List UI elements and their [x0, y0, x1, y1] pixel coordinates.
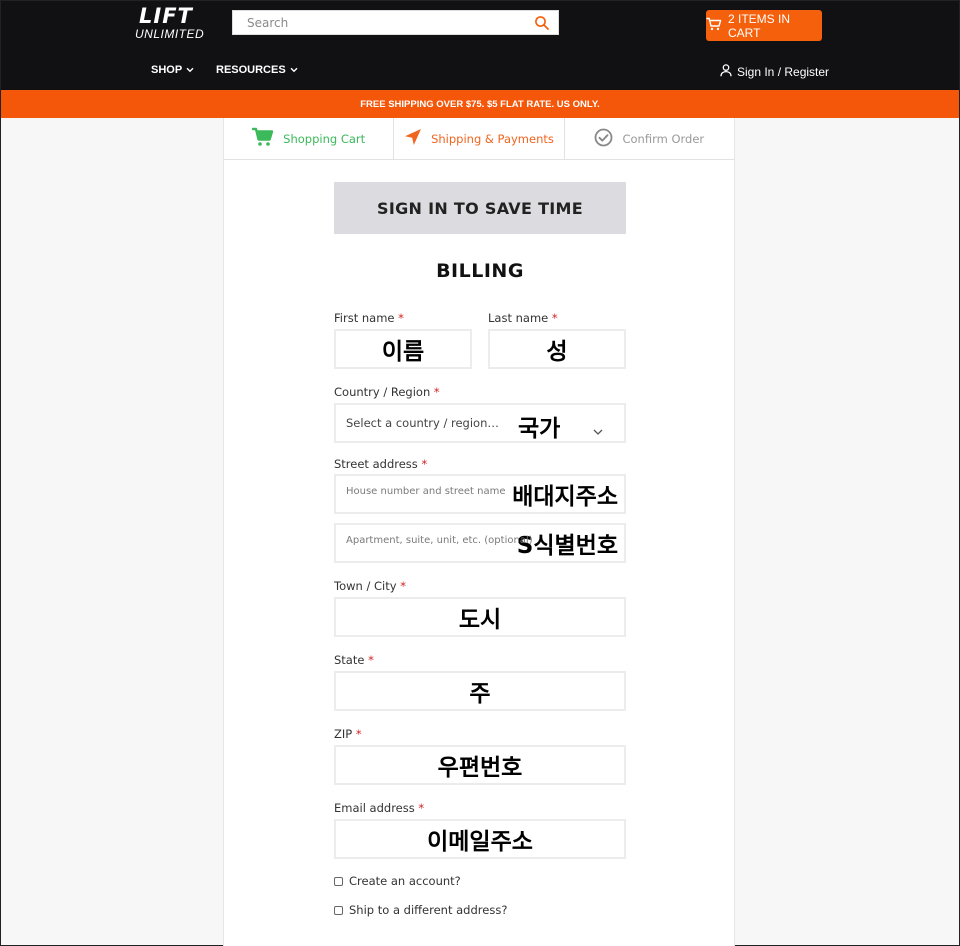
shipping-banner: FREE SHIPPING OVER $75. $5 FLAT RATE. US… [1, 90, 959, 118]
step-confirm-order[interactable]: Confirm Order [565, 118, 734, 159]
step-label: Shopping Cart [283, 131, 366, 146]
nav-resources[interactable]: RESOURCES [216, 64, 298, 76]
zip-field[interactable]: 우편번호 [334, 745, 626, 785]
chevron-down-icon [592, 418, 604, 435]
last-name-label: Last name * [488, 311, 558, 325]
banner-text: FREE SHIPPING OVER $75. $5 FLAT RATE. US… [360, 98, 600, 110]
country-value: 국가 [518, 416, 561, 442]
email-value: 이메일주소 [427, 829, 533, 855]
step-shopping-cart[interactable]: Shopping Cart [224, 118, 395, 159]
street-address-field[interactable]: House number and street name 배대지주소 [334, 474, 626, 514]
nav-shop[interactable]: SHOP [151, 64, 194, 76]
nav-resources-label: RESOURCES [216, 64, 286, 76]
search-icon[interactable] [534, 15, 550, 31]
state-field[interactable]: 주 [334, 671, 626, 711]
email-label: Email address * [334, 801, 425, 815]
city-field[interactable]: 도시 [334, 597, 626, 637]
nav-shop-label: SHOP [151, 64, 183, 76]
state-label: State * [334, 653, 374, 667]
signin-label: Sign In / Register [737, 65, 830, 79]
location-arrow-icon [404, 128, 422, 149]
checkout-card: Shopping Cart Shipping & Payments Confir… [223, 118, 735, 946]
checkout-steps: Shopping Cart Shipping & Payments Confir… [224, 118, 734, 160]
create-account-checkbox[interactable] [334, 876, 343, 886]
search-bar [232, 10, 559, 35]
apartment-field[interactable]: Apartment, suite, unit, etc. (optional) … [334, 523, 626, 563]
ship-different-option[interactable]: Ship to a different address? [334, 903, 507, 917]
street-value: 배대지주소 [512, 484, 618, 510]
step-label: Shipping & Payments [431, 131, 554, 146]
ship-different-label: Ship to a different address? [349, 903, 508, 917]
city-value: 도시 [458, 607, 502, 633]
signin-link[interactable]: Sign In / Register [720, 64, 829, 80]
step-shipping-payments[interactable]: Shipping & Payments [394, 118, 565, 159]
check-circle-icon [594, 128, 613, 150]
site-header: LIFT UNLIMITED 2 ITEMS IN CART SHOP RESO… [1, 1, 959, 90]
chevron-down-icon [290, 64, 298, 76]
ship-different-checkbox[interactable] [334, 905, 343, 915]
street-address-label: Street address * [334, 457, 428, 471]
zip-label: ZIP * [334, 727, 362, 741]
first-name-value: 이름 [381, 339, 425, 365]
logo[interactable]: LIFT UNLIMITED [135, 4, 211, 41]
sign-in-to-save-time-button[interactable]: SIGN IN TO SAVE TIME [334, 182, 626, 234]
last-name-value: 성 [546, 339, 568, 365]
logo-text-top: LIFT [139, 4, 193, 28]
logo-text-bottom: UNLIMITED [135, 27, 205, 41]
cart-label: 2 ITEMS IN CART [728, 11, 791, 40]
first-name-field[interactable]: 이름 [334, 329, 472, 369]
email-field[interactable]: 이메일주소 [334, 819, 626, 859]
cart-icon [706, 17, 722, 34]
step-label: Confirm Order [622, 131, 705, 146]
country-label: Country / Region * [334, 385, 440, 399]
user-icon [720, 64, 732, 80]
last-name-field[interactable]: 성 [488, 329, 626, 369]
zip-value: 우편번호 [437, 755, 523, 781]
chevron-down-icon [186, 64, 194, 76]
state-value: 주 [469, 681, 491, 707]
apartment-placeholder: Apartment, suite, unit, etc. (optional) [346, 535, 533, 546]
create-account-option[interactable]: Create an account? [334, 874, 461, 888]
city-label: Town / City * [334, 579, 406, 593]
street-placeholder: House number and street name [346, 486, 506, 497]
billing-title: BILLING [436, 260, 524, 282]
country-select[interactable]: Select a country / region… 국가 [334, 403, 626, 443]
cart-button[interactable]: 2 ITEMS IN CART [706, 10, 822, 41]
country-placeholder: Select a country / region… [346, 416, 499, 430]
first-name-label: First name * [334, 311, 404, 325]
search-input[interactable] [247, 15, 527, 30]
create-account-label: Create an account? [349, 874, 461, 888]
cart-icon [251, 127, 274, 150]
